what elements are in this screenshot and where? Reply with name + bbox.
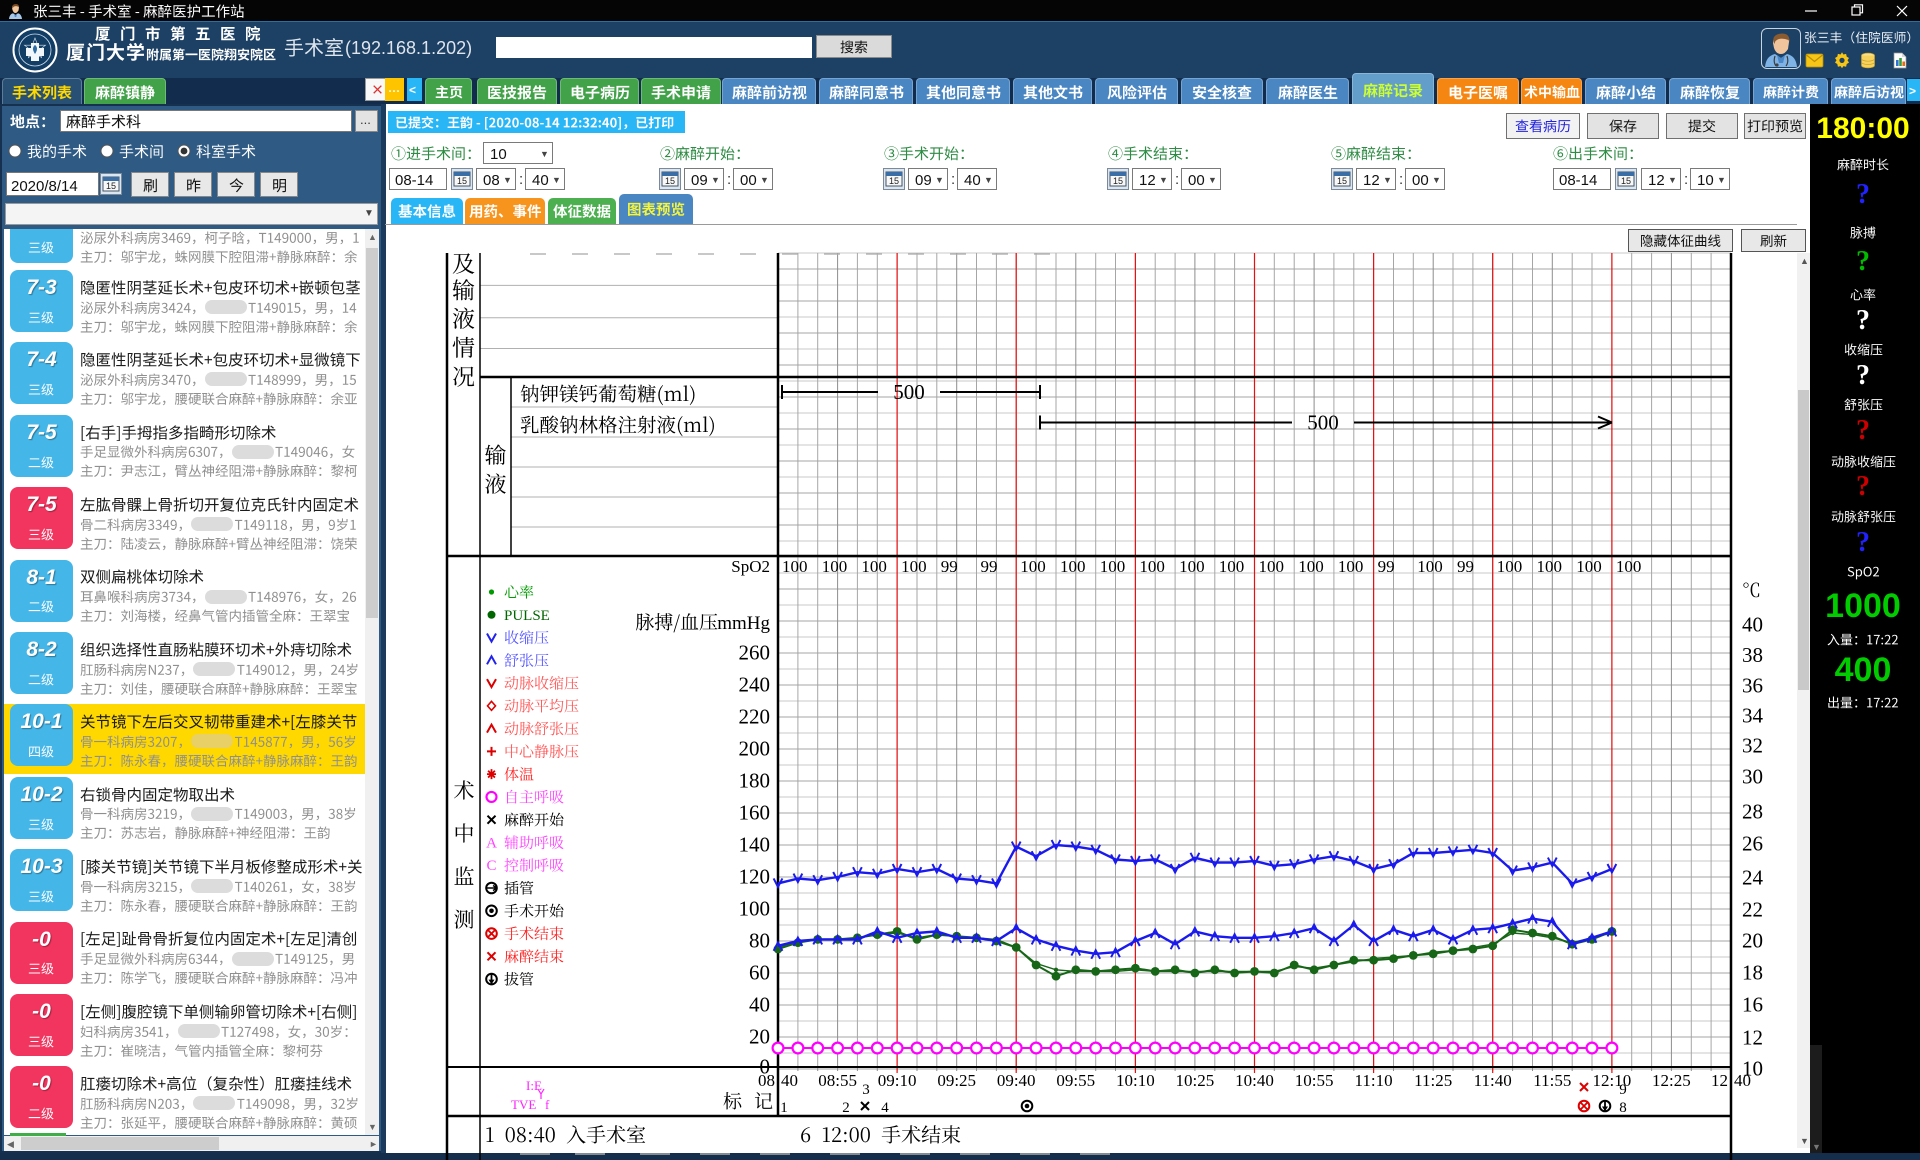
svg-text:28: 28 [1742, 800, 1763, 824]
svg-text:PULSE: PULSE [504, 608, 550, 624]
svg-text:15: 15 [889, 176, 899, 186]
svg-text:140: 140 [739, 833, 771, 857]
svg-text:11:40: 11:40 [1474, 1071, 1512, 1090]
svg-text:10:10: 10:10 [1116, 1071, 1155, 1090]
svg-text:40: 40 [1742, 613, 1763, 637]
svg-text:1: 1 [780, 1100, 788, 1116]
svg-text:15: 15 [106, 181, 116, 191]
svg-text:100: 100 [901, 557, 927, 576]
svg-text:100: 100 [1338, 557, 1364, 576]
svg-text:100: 100 [1259, 557, 1285, 576]
svg-text:100: 100 [1219, 557, 1245, 576]
svg-text:220: 220 [739, 705, 771, 729]
svg-text:100: 100 [1100, 557, 1126, 576]
svg-text:100: 100 [1417, 557, 1443, 576]
svg-text:09:25: 09:25 [937, 1071, 976, 1090]
svg-text:100: 100 [1537, 557, 1563, 576]
svg-text:100: 100 [1139, 557, 1165, 576]
svg-text:38: 38 [1742, 643, 1763, 667]
svg-text:30: 30 [1742, 765, 1763, 789]
svg-text:09:55: 09:55 [1056, 1071, 1095, 1090]
svg-text:40: 40 [1734, 1071, 1751, 1090]
svg-text:10:40: 10:40 [1235, 1071, 1274, 1090]
svg-text:15: 15 [1113, 176, 1123, 186]
svg-text:11:10: 11:10 [1355, 1071, 1393, 1090]
svg-text:3: 3 [862, 1082, 870, 1098]
svg-text:08:55: 08:55 [818, 1071, 857, 1090]
svg-text:15: 15 [665, 176, 675, 186]
svg-text:34: 34 [1742, 704, 1764, 728]
svg-text:32: 32 [1742, 734, 1763, 758]
svg-text:mmHg: mmHg [717, 613, 770, 634]
svg-text:26: 26 [1742, 832, 1763, 856]
svg-text:100: 100 [1576, 557, 1602, 576]
svg-text:100: 100 [1060, 557, 1086, 576]
svg-text:12: 12 [1742, 1026, 1763, 1050]
svg-text:260: 260 [739, 641, 771, 665]
svg-text:36: 36 [1742, 674, 1763, 698]
svg-text:40: 40 [749, 993, 770, 1017]
svg-text:40: 40 [781, 1071, 798, 1090]
svg-text:2: 2 [842, 1100, 850, 1116]
svg-text:11:25: 11:25 [1414, 1071, 1452, 1090]
svg-text:99: 99 [941, 557, 958, 576]
svg-text:80: 80 [749, 929, 770, 953]
svg-text:99: 99 [1378, 557, 1395, 576]
svg-text:240: 240 [739, 673, 771, 697]
svg-text:100: 100 [1020, 557, 1045, 576]
svg-text:4: 4 [881, 1100, 889, 1116]
svg-text:9: 9 [1619, 1082, 1627, 1098]
svg-text:20: 20 [749, 1025, 770, 1049]
svg-text:24: 24 [1742, 866, 1764, 890]
svg-text:16: 16 [1742, 993, 1763, 1017]
svg-text:120: 120 [739, 865, 771, 889]
svg-text:8: 8 [1619, 1100, 1627, 1116]
svg-text:100: 100 [1179, 557, 1205, 576]
svg-text:10:25: 10:25 [1176, 1071, 1215, 1090]
svg-text:99: 99 [1457, 557, 1474, 576]
svg-text:160: 160 [739, 801, 771, 825]
svg-text:100: 100 [782, 557, 808, 576]
svg-text:A: A [486, 836, 497, 852]
svg-text:100: 100 [822, 557, 848, 576]
svg-text:60: 60 [749, 961, 770, 985]
svg-text:10:55: 10:55 [1295, 1071, 1334, 1090]
svg-text:09:10: 09:10 [878, 1071, 917, 1090]
svg-text:11:55: 11:55 [1533, 1071, 1571, 1090]
svg-text:12: 12 [1711, 1071, 1728, 1090]
svg-text:20: 20 [1742, 929, 1763, 953]
svg-text:200: 200 [739, 737, 771, 761]
svg-text:100: 100 [739, 897, 771, 921]
svg-text:100: 100 [1616, 557, 1642, 576]
svg-text:12:25: 12:25 [1652, 1071, 1691, 1090]
svg-text:15: 15 [457, 176, 467, 186]
svg-text:100: 100 [1497, 557, 1523, 576]
svg-text:180: 180 [739, 769, 771, 793]
svg-text:08: 08 [758, 1071, 775, 1090]
svg-text:500: 500 [1307, 411, 1339, 435]
svg-text:22: 22 [1742, 898, 1763, 922]
svg-text:15: 15 [1621, 176, 1631, 186]
svg-text:SpO2: SpO2 [731, 557, 770, 576]
svg-text:100: 100 [861, 557, 887, 576]
svg-text:18: 18 [1742, 961, 1763, 985]
svg-text:500: 500 [893, 380, 925, 404]
svg-text:100: 100 [1298, 557, 1324, 576]
svg-text:99: 99 [981, 557, 998, 576]
svg-text:15: 15 [1337, 176, 1347, 186]
svg-text:C: C [486, 858, 496, 874]
svg-text:TVE: TVE [511, 1097, 536, 1112]
svg-text:f: f [545, 1097, 550, 1112]
svg-text:09:40: 09:40 [997, 1071, 1036, 1090]
